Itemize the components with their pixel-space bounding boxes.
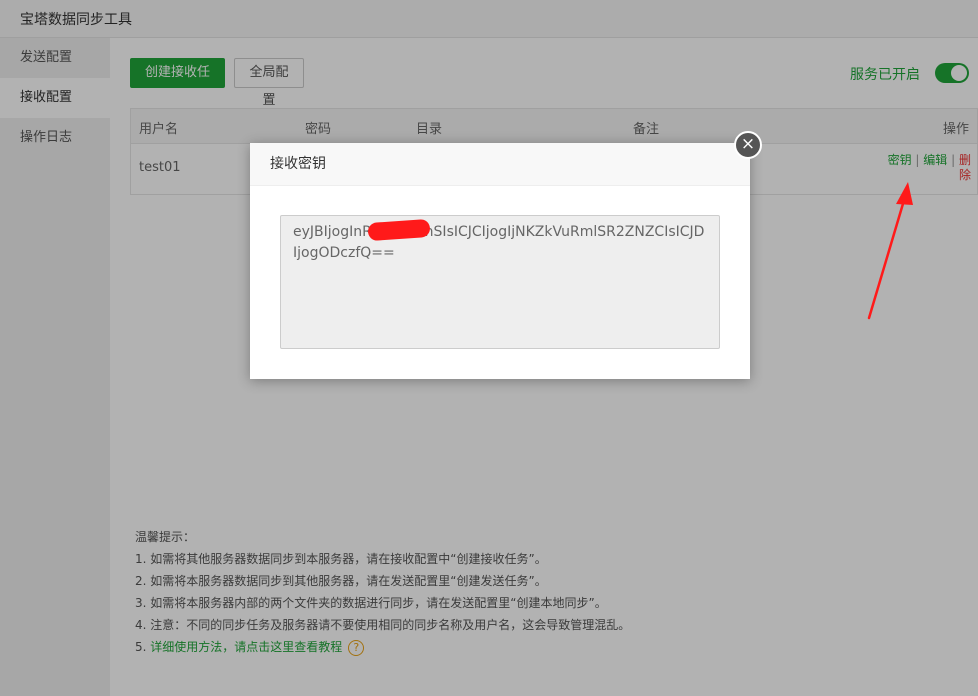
annotation-arrow-icon bbox=[867, 182, 913, 320]
